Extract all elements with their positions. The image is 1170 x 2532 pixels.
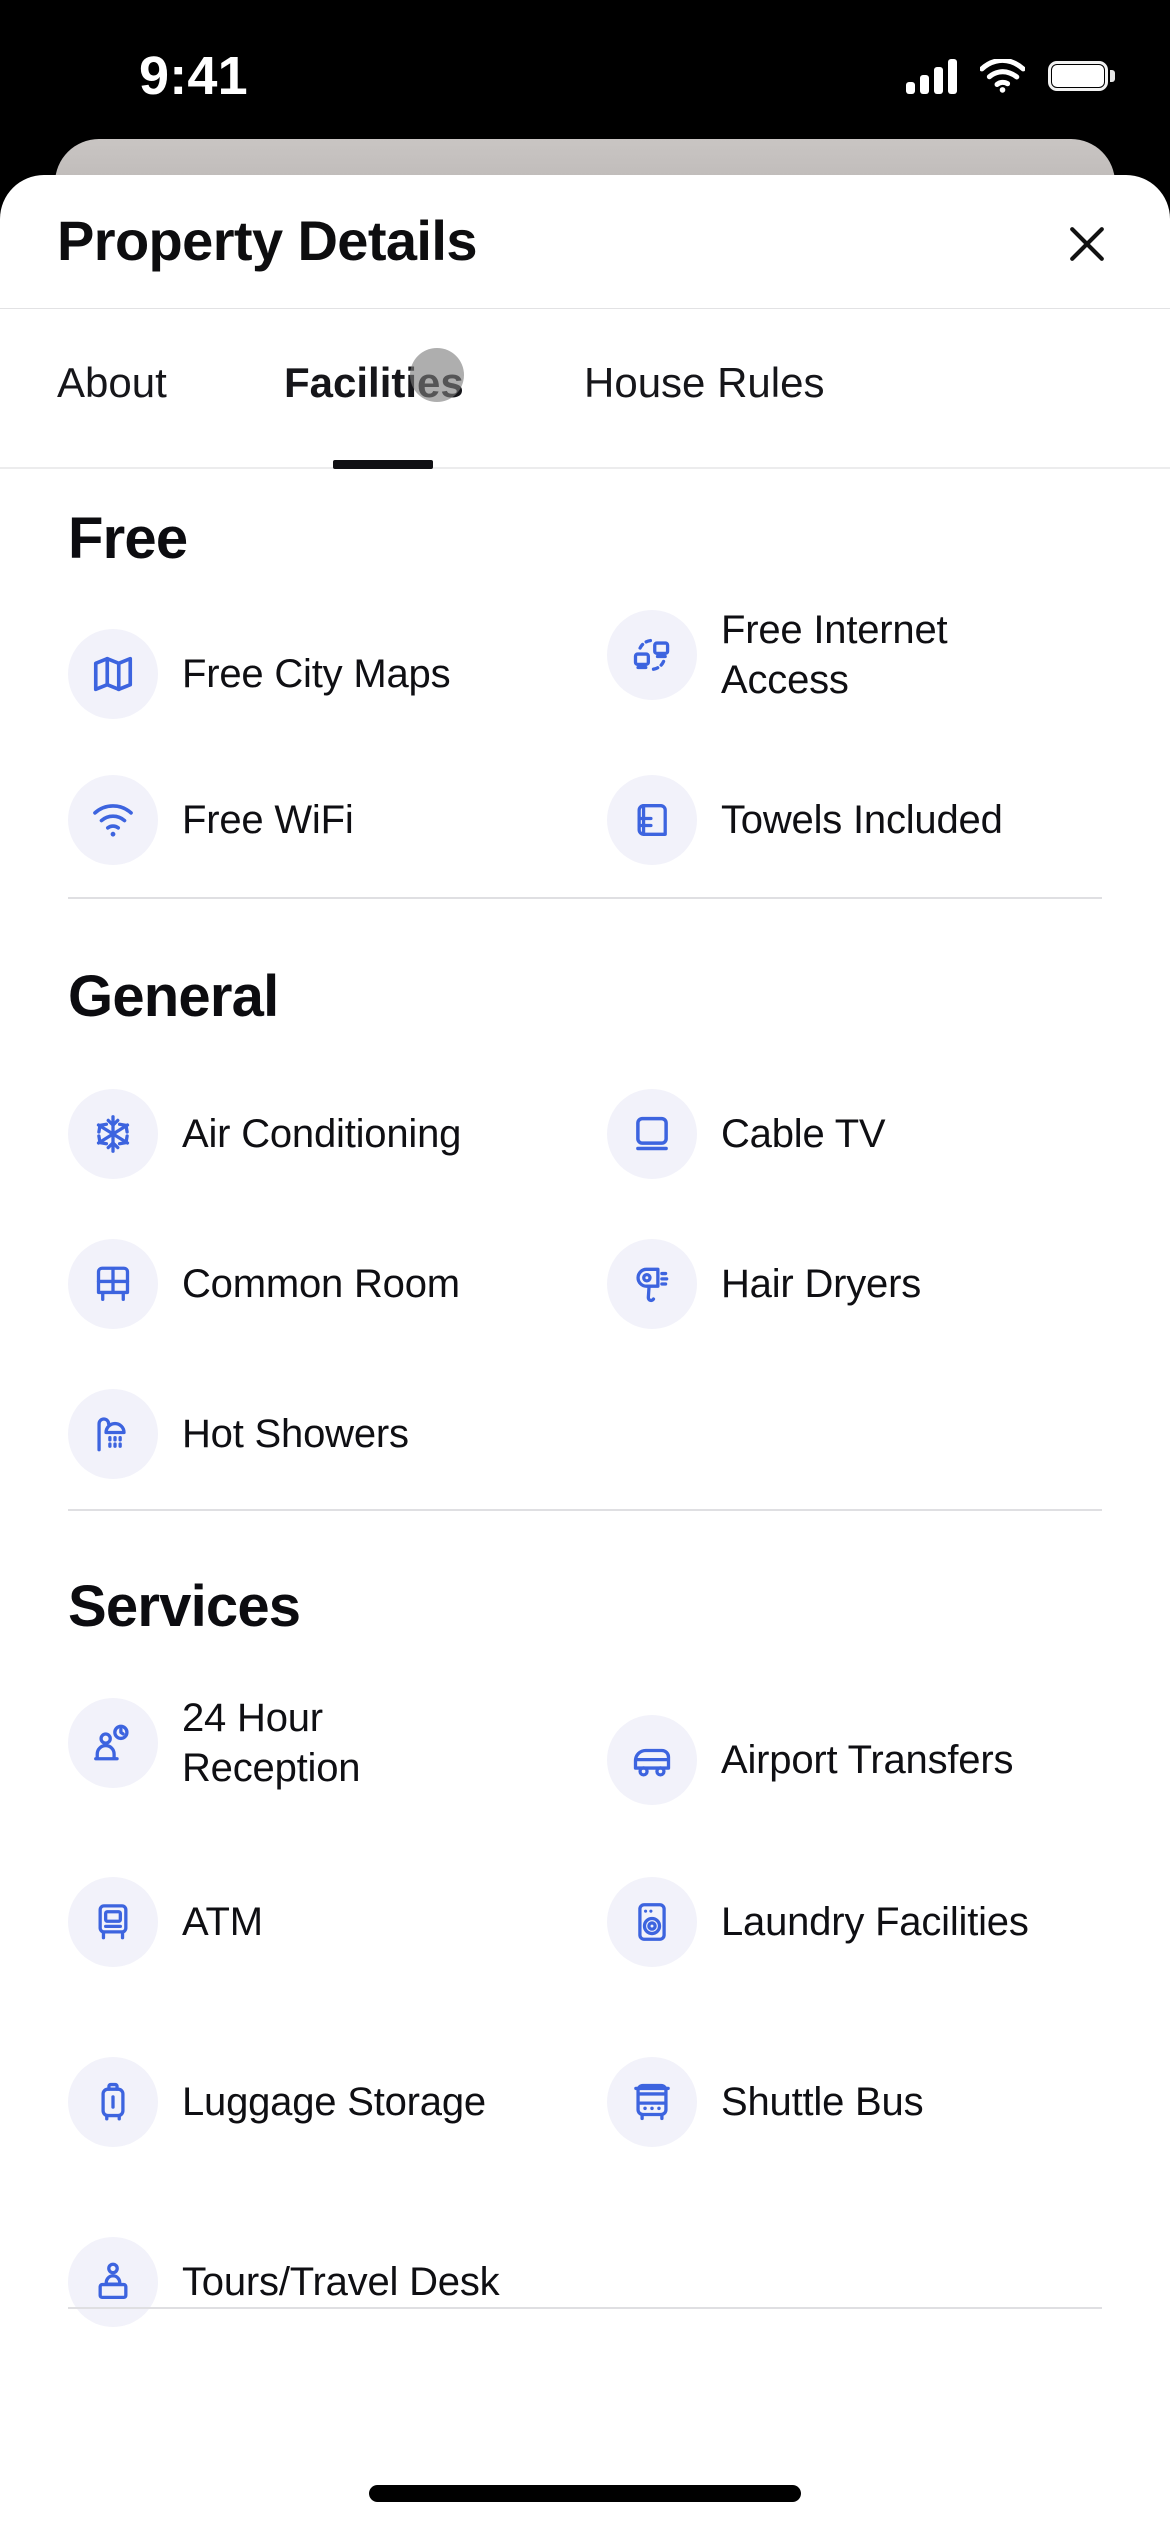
section-title-free: Free [68,506,188,571]
amenity-free-internet-access[interactable]: Free Internet Access [607,605,1021,705]
amenity-tours-travel-desk[interactable]: Tours/Travel Desk [68,2237,500,2327]
amenity-laundry-facilities[interactable]: Laundry Facilities [607,1877,1029,1967]
reception-desk-icon [68,1698,158,1788]
section-free: Free Free City Maps Free Internet Access… [0,469,1170,899]
amenity-label: Luggage Storage [182,2080,486,2124]
amenity-label: Hair Dryers [721,1262,922,1306]
amenity-label: Towels Included [721,798,1003,842]
hair-dryer-icon [607,1239,697,1329]
section-divider [68,1509,1102,1511]
tour-desk-icon [68,2237,158,2327]
facilities-content: Free Free City Maps Free Internet Access… [0,469,1170,2327]
map-icon [68,629,158,719]
amenity-shuttle-bus[interactable]: Shuttle Bus [607,2057,924,2147]
amenity-luggage-storage[interactable]: Luggage Storage [68,2057,486,2147]
internet-access-icon [607,610,697,700]
amenity-towels-included[interactable]: Towels Included [607,775,1003,865]
amenity-free-wifi[interactable]: Free WiFi [68,775,354,865]
amenity-label: ATM [182,1900,263,1944]
tab-about[interactable]: About [57,355,167,411]
section-title-general: General [68,964,279,1029]
television-icon [607,1089,697,1179]
active-tab-indicator [333,460,433,469]
amenity-label: Free WiFi [182,798,354,842]
washing-machine-icon [607,1877,697,1967]
amenity-air-conditioning[interactable]: Air Conditioning [68,1089,461,1179]
section-divider [68,897,1102,899]
shuttle-van-icon [607,1715,697,1805]
atm-icon [68,1877,158,1967]
snowflake-icon [68,1089,158,1179]
luggage-icon [68,2057,158,2147]
wifi-icon [980,59,1025,93]
close-icon [1063,220,1111,268]
cellular-signal-icon [906,58,957,94]
status-bar: 9:41 [0,0,1170,160]
page-title: Property Details [57,209,477,272]
phone-screen: 9:41 Property Details About Facilities H… [0,0,1170,2532]
amenity-label: Laundry Facilities [721,1900,1029,1944]
armchair-icon [68,1239,158,1329]
bus-icon [607,2057,697,2147]
amenity-hair-dryers[interactable]: Hair Dryers [607,1239,921,1329]
amenity-atm[interactable]: ATM [68,1877,263,1967]
amenity-24-hour-reception[interactable]: 24 Hour Reception [68,1693,432,1793]
amenity-label: Free City Maps [182,652,451,696]
amenity-label: Air Conditioning [182,1112,462,1156]
property-details-sheet: Property Details About Facilities House … [0,175,1170,2532]
sheet-header: Property Details [0,175,1170,309]
tab-house-rules[interactable]: House Rules [584,355,824,411]
section-services: Services 24 Hour Reception Airport Trans… [0,1537,1170,2327]
status-bar-clock: 9:41 [139,46,248,106]
status-bar-indicators [906,58,1115,94]
amenity-cable-tv[interactable]: Cable TV [607,1089,886,1179]
section-title-services: Services [68,1574,301,1639]
amenity-label: Free Internet Access [721,608,948,702]
amenity-hot-showers[interactable]: Hot Showers [68,1389,409,1479]
amenity-label: Airport Transfers [721,1738,1014,1782]
tab-facilities[interactable]: Facilities [284,355,464,411]
amenity-label: Common Room [182,1262,460,1306]
amenity-label: Hot Showers [182,1412,409,1456]
section-general: General Air Conditioning Cable TV Common… [0,927,1170,1511]
section-divider [68,2307,1102,2309]
tab-bar: About Facilities House Rules [0,309,1170,469]
close-button[interactable] [1046,203,1128,285]
amenity-common-room[interactable]: Common Room [68,1239,460,1329]
battery-icon [1048,61,1115,91]
amenity-free-city-maps[interactable]: Free City Maps [68,629,451,719]
amenity-label: Cable TV [721,1112,886,1156]
amenity-label: Tours/Travel Desk [182,2260,500,2304]
amenity-label: Shuttle Bus [721,2080,924,2124]
home-indicator [369,2485,801,2502]
shower-icon [68,1389,158,1479]
amenity-airport-transfers[interactable]: Airport Transfers [607,1715,1013,1805]
towel-icon [607,775,697,865]
amenity-label: 24 Hour Reception [182,1696,361,1790]
wifi-icon [68,775,158,865]
